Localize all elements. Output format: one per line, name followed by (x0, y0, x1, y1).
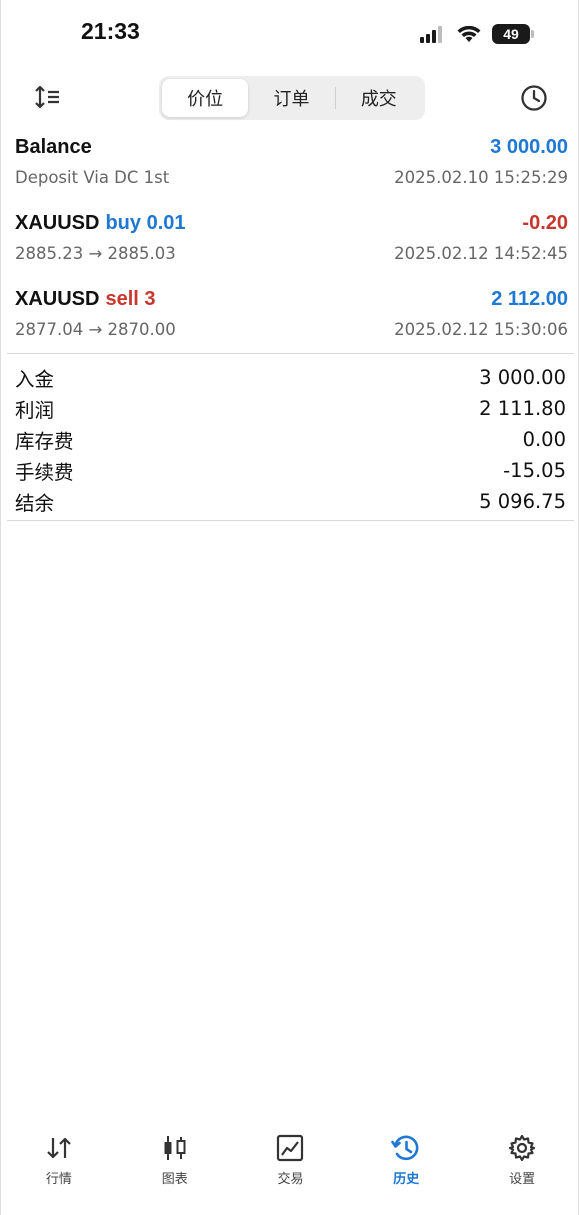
battery-indicator: 49 (492, 24, 534, 44)
summary-value: 2 111.80 (479, 397, 566, 420)
status-icons: 49 (420, 22, 534, 46)
summary-value: -15.05 (503, 459, 566, 482)
tab-orders[interactable]: 订单 (248, 79, 334, 117)
tab-trade-label: 交易 (277, 1172, 304, 1187)
deal-symbol: XAUUSD (15, 212, 100, 234)
deal-amount: 2 112.00 (491, 288, 568, 310)
tab-quotes-label: 行情 (45, 1172, 72, 1187)
deal-datetime: 2025.02.12 15:30:06 (394, 320, 568, 339)
tab-history[interactable]: 历史 (348, 1124, 464, 1194)
summary-row-profit: 利润 2 111.80 (15, 393, 566, 424)
deal-row-balance[interactable]: Balance 3 000.00 Deposit Via DC 1st 2025… (1, 130, 579, 206)
list-divider (7, 353, 574, 354)
summary-row-balance: 结余 5 096.75 (15, 486, 566, 517)
deal-subtitle: 2885.23 → 2885.03 (15, 244, 176, 263)
tab-prices-label: 价位 (187, 89, 224, 110)
account-summary: 入金 3 000.00 利润 2 111.80 库存费 0.00 手续费 -15… (15, 362, 566, 517)
quotes-arrows-icon (47, 1137, 71, 1159)
battery-tip (531, 30, 534, 38)
top-toolbar: 价位 订单 成交 (1, 72, 579, 124)
deal-symbol: XAUUSD (15, 288, 100, 310)
tab-quotes[interactable]: 行情 (1, 1124, 117, 1194)
summary-label: 入金 (15, 368, 55, 391)
deal-amount: 3 000.00 (490, 136, 568, 158)
tab-settings-label: 设置 (509, 1172, 536, 1187)
tab-deals[interactable]: 成交 (336, 79, 422, 117)
deal-datetime: 2025.02.12 14:52:45 (394, 244, 568, 263)
summary-row-swap: 库存费 0.00 (15, 424, 566, 455)
summary-row-deposit: 入金 3 000.00 (15, 362, 566, 393)
tab-history-label: 历史 (393, 1172, 420, 1187)
deal-amount: -0.20 (522, 212, 568, 234)
deal-row-xauusd-buy[interactable]: XAUUSD buy 0.01 -0.20 2885.23 → 2885.03 2… (1, 206, 579, 282)
sort-lines-icon (35, 85, 59, 109)
signal-icon (420, 26, 442, 43)
deal-symbol: Balance (15, 136, 92, 158)
tab-trade[interactable]: 交易 (233, 1124, 349, 1194)
summary-row-commission: 手续费 -15.05 (15, 455, 566, 486)
deal-side: sell 3 (105, 288, 156, 310)
deal-row-xauusd-sell[interactable]: XAUUSD sell 3 2 112.00 2877.04 → 2870.00 … (1, 282, 579, 358)
summary-label: 库存费 (15, 430, 74, 453)
clock-icon (521, 85, 547, 111)
summary-label: 结余 (15, 492, 55, 515)
summary-label: 手续费 (15, 461, 74, 484)
sort-button[interactable] (31, 82, 65, 112)
summary-value: 0.00 (522, 428, 566, 451)
period-button[interactable] (518, 82, 550, 114)
deal-side: buy 0.01 (105, 212, 186, 234)
summary-divider (7, 520, 574, 521)
status-time: 21:33 (81, 18, 140, 44)
tab-deals-label: 成交 (360, 89, 397, 110)
trade-chart-icon (277, 1134, 304, 1162)
tab-orders-label: 订单 (273, 89, 310, 110)
deal-subtitle: 2877.04 → 2870.00 (15, 320, 176, 339)
status-bar: 21:33 49 (1, 0, 579, 70)
tab-charts-label: 图表 (161, 1172, 188, 1187)
deal-datetime: 2025.02.10 15:25:29 (394, 168, 568, 187)
gear-icon (508, 1134, 536, 1162)
view-segmented-control: 价位 订单 成交 (159, 76, 425, 120)
deals-list: Balance 3 000.00 Deposit Via DC 1st 2025… (1, 130, 579, 358)
summary-value: 5 096.75 (479, 490, 566, 513)
tab-prices[interactable]: 价位 (162, 79, 249, 117)
candlestick-chart-icon (164, 1136, 186, 1160)
battery-level: 49 (503, 26, 519, 42)
tab-settings[interactable]: 设置 (464, 1124, 579, 1194)
bottom-tab-bar: 行情 图表 交易 历史 设置 (1, 1124, 579, 1194)
summary-label: 利润 (15, 399, 55, 422)
summary-value: 3 000.00 (479, 366, 566, 389)
history-clock-icon (391, 1135, 419, 1161)
tab-charts[interactable]: 图表 (117, 1124, 233, 1194)
wifi-icon (457, 25, 481, 42)
app-frame: 21:33 49 价位 订单 成交 Balance 3 000.00 Depos… (0, 0, 579, 1215)
deal-subtitle: Deposit Via DC 1st (15, 168, 170, 187)
